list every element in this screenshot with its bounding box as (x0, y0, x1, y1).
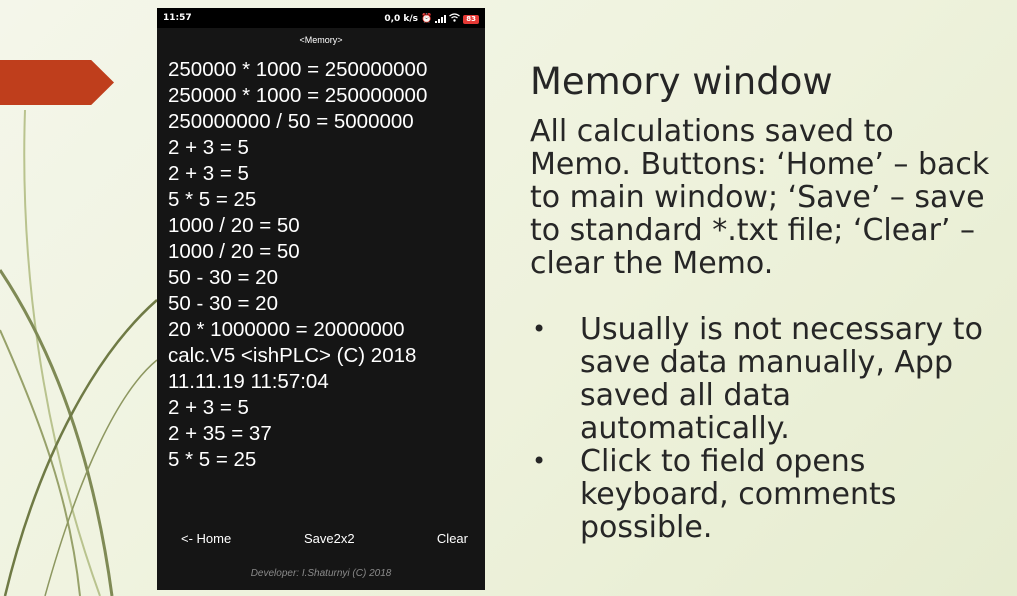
clear-button[interactable]: Clear (437, 531, 468, 546)
battery-icon: 83 (463, 14, 479, 24)
bullet-dot-icon: • (532, 315, 547, 343)
slide-body-text: All calculations saved to Memo. Buttons:… (530, 114, 990, 281)
memo-line: 250000 * 1000 = 250000000 (168, 84, 428, 107)
memo-line: 2 + 3 = 5 (168, 136, 249, 159)
status-icons: 0,0 k/s ⏰ 83 (384, 13, 479, 25)
memo-line: 1000 / 20 = 50 (168, 240, 300, 263)
memo-line: 5 * 5 = 25 (168, 448, 257, 471)
save-button[interactable]: Save2x2 (304, 531, 355, 546)
memory-title: <Memory> (299, 35, 343, 45)
accent-arrow-shape (0, 60, 114, 105)
memo-line: 250000 * 1000 = 250000000 (168, 58, 428, 81)
developer-credit: Developer: I.Shaturnyi (C) 2018 (250, 568, 392, 579)
wifi-icon (449, 13, 461, 25)
slide-title: Memory window (530, 60, 833, 103)
memo-line: 20 * 1000000 = 20000000 (168, 318, 405, 341)
bullet-item: • Click to field opens keyboard, comment… (530, 445, 1000, 544)
net-speed: 0,0 k/s (384, 14, 419, 24)
memo-field[interactable]: 250000 * 1000 = 250000000 250000 * 1000 … (168, 57, 478, 473)
bullet-text: Usually is not necessary to save data ma… (580, 312, 983, 446)
home-button[interactable]: <- Home (181, 531, 231, 546)
bullet-dot-icon: • (532, 447, 547, 475)
status-bar: 11:57 0,0 k/s ⏰ 83 (157, 8, 485, 28)
memo-line: 50 - 30 = 20 (168, 266, 278, 289)
memo-line: 2 + 3 = 5 (168, 162, 249, 185)
bullet-item: • Usually is not necessary to save data … (530, 313, 1000, 445)
memo-line: 50 - 30 = 20 (168, 292, 278, 315)
alarm-icon: ⏰ (421, 14, 433, 24)
status-time: 11:57 (163, 13, 192, 23)
memo-line: 2 + 3 = 5 (168, 396, 249, 419)
memo-line: 11.11.19 11:57:04 (168, 370, 329, 393)
memo-line: 2 + 35 = 37 (168, 422, 272, 445)
phone-screenshot: 11:57 0,0 k/s ⏰ 83 <Memory> 250000 * 100… (157, 8, 485, 590)
memo-line: calc.V5 <ishPLC> (C) 2018 (168, 344, 417, 367)
memo-line: 1000 / 20 = 50 (168, 214, 300, 237)
memo-line: 5 * 5 = 25 (168, 188, 257, 211)
bullet-text: Click to field opens keyboard, comments … (580, 444, 897, 545)
memo-line: 250000000 / 50 = 5000000 (168, 110, 414, 133)
button-bar: <- Home Save2x2 Clear (157, 531, 485, 549)
bullet-list: • Usually is not necessary to save data … (530, 313, 1000, 544)
signal-bars-icon (435, 15, 447, 23)
